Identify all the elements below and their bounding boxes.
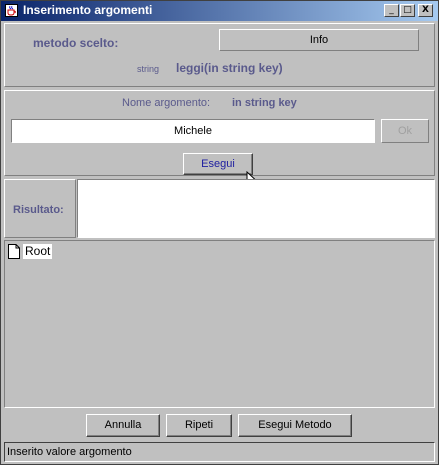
ok-button[interactable]: Ok: [381, 119, 429, 143]
argument-panel: Nome argomento: in string key Michele Ok…: [4, 90, 435, 190]
result-label-cell: Risultato:: [4, 179, 76, 238]
window-title: Inserimento argomenti: [23, 3, 153, 17]
info-button[interactable]: Info: [219, 29, 419, 51]
method-signature: leggi(in string key): [176, 61, 283, 75]
close-button[interactable]: X: [418, 4, 433, 17]
tree-panel[interactable]: Root: [4, 240, 435, 408]
return-type-label: string: [137, 64, 160, 74]
repeat-button[interactable]: Ripeti: [166, 414, 232, 437]
execute-button[interactable]: Esegui: [183, 153, 253, 175]
java-cup-icon: [5, 4, 18, 17]
status-bar: Inserito valore argomento: [4, 442, 435, 462]
cancel-button[interactable]: Annulla: [86, 414, 160, 437]
result-textarea[interactable]: [77, 179, 435, 238]
result-label: Risultato:: [13, 204, 64, 216]
dialog-window: Inserimento argomenti _ □ X metodo scelt…: [0, 0, 439, 465]
method-label: metodo scelto:: [33, 36, 119, 50]
minimize-button[interactable]: _: [384, 4, 399, 17]
status-text: Inserito valore argomento: [7, 446, 132, 458]
maximize-button[interactable]: □: [400, 4, 415, 17]
argument-name-label: Nome argomento:: [122, 97, 211, 109]
execute-method-button[interactable]: Esegui Metodo: [238, 414, 352, 437]
tree-root-label: Root: [23, 244, 53, 259]
argument-input[interactable]: Michele: [11, 119, 375, 143]
argument-name-value: in string key: [232, 97, 297, 109]
document-icon: [8, 244, 20, 259]
method-panel: metodo scelto: Info string leggi(in stri…: [4, 23, 435, 87]
title-bar[interactable]: Inserimento argomenti _ □ X: [1, 1, 438, 21]
